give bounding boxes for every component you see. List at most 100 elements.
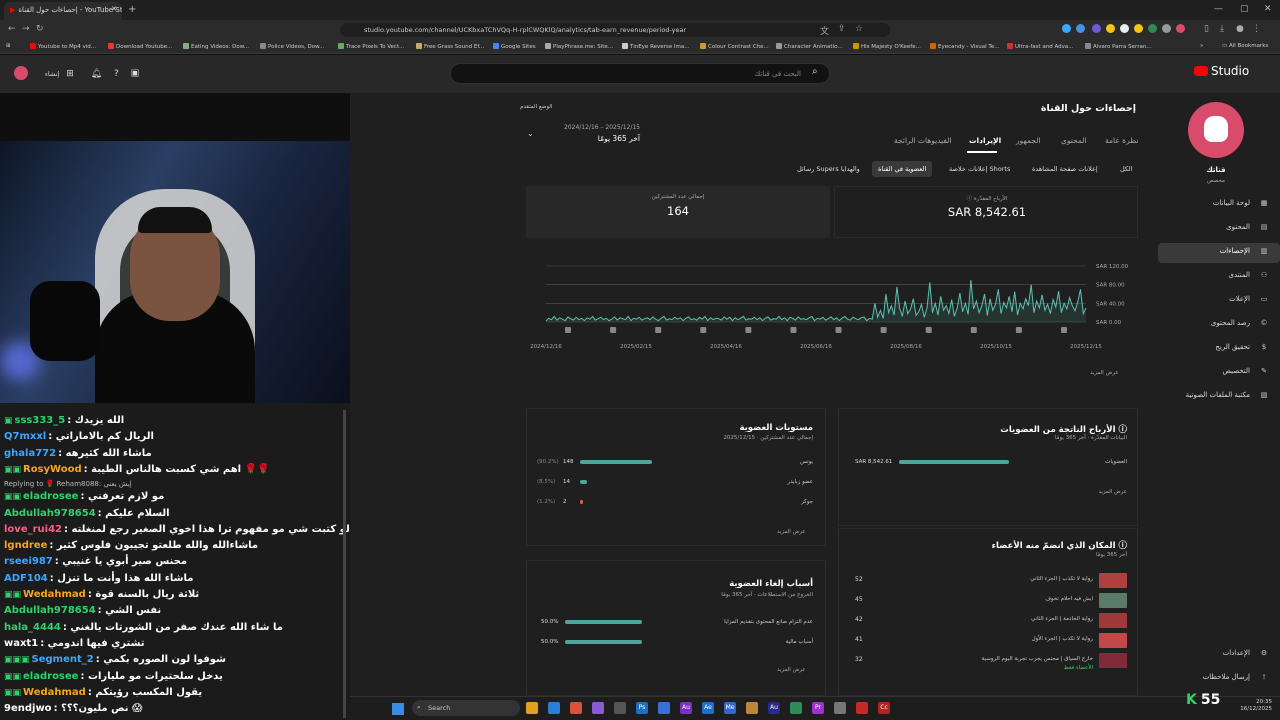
more-bookmarks-icon[interactable]: » <box>1200 43 1203 49</box>
tab-overview[interactable]: نظرة عامة <box>1105 136 1139 145</box>
extension-icon[interactable] <box>1076 24 1085 33</box>
windows-start-icon[interactable] <box>392 703 404 715</box>
taskbar-app-icon[interactable]: Au <box>680 702 692 714</box>
maximize-icon[interactable]: ▢ <box>1240 4 1249 14</box>
chat-username[interactable]: Segment_2 <box>32 654 94 665</box>
bookmark-item[interactable]: Trace Pixels To Vect... <box>338 43 404 50</box>
chat-username[interactable]: love_rui42 <box>4 524 62 535</box>
sidebar-item[interactable]: إرسال ملاحظات! <box>1150 673 1270 681</box>
translate-icon[interactable]: 文 <box>820 24 829 37</box>
see-more-link[interactable]: عرض المزيد <box>777 529 806 535</box>
sidebar-item[interactable]: لوحة البيانات ▦ <box>1150 199 1270 207</box>
upload-marker-icon[interactable] <box>970 327 977 333</box>
taskbar-app-icon[interactable]: Ps <box>636 702 648 714</box>
taskbar-search[interactable]: ⌕ Search <box>412 700 520 716</box>
taskbar-app-icon[interactable] <box>658 702 670 714</box>
taskbar-app-icon[interactable]: Pr <box>812 702 824 714</box>
upload-marker-icon[interactable] <box>1061 327 1067 333</box>
chip-all[interactable]: الكل <box>1114 161 1138 177</box>
sidebar-item[interactable]: الإعلات ▭ <box>1150 295 1270 303</box>
search-input[interactable]: البحث في قناتك <box>450 63 830 84</box>
bookmark-item[interactable]: Police Videos, Dow... <box>260 43 324 50</box>
date-period[interactable]: آخر 365 يومًا <box>540 134 640 143</box>
upload-marker-icon[interactable] <box>925 327 932 333</box>
chat-username[interactable]: ADF104 <box>4 573 48 584</box>
see-more-link[interactable]: عرض المزيد <box>1090 370 1119 376</box>
close-window-icon[interactable]: ✕ <box>1264 4 1272 14</box>
bookmark-item[interactable]: Eating Videos: Dow... <box>183 43 249 50</box>
taskbar-app-icon[interactable] <box>790 702 802 714</box>
menu-icon[interactable]: ⋮ <box>1252 24 1261 34</box>
sidebar-item[interactable]: الإحصاءات ▥ <box>1150 247 1270 255</box>
bookmark-item[interactable]: PlayPhrase.me: Site... <box>545 43 613 50</box>
sidebar-toggle-icon[interactable]: ▯ <box>1204 24 1209 34</box>
date-range[interactable]: 2024/12/16 – 2025/12/15 <box>540 124 640 131</box>
taskbar-app-icon[interactable] <box>856 702 868 714</box>
taskbar-app-icon[interactable]: Cc <box>878 702 890 714</box>
chevron-down-icon[interactable]: ⌄ <box>527 129 534 138</box>
upload-marker-icon[interactable] <box>745 327 752 333</box>
tab-revenue[interactable]: الإيرادات <box>969 136 1001 145</box>
bookmark-item[interactable]: Character Animatio... <box>776 43 843 50</box>
upload-marker-icon[interactable] <box>1015 327 1022 333</box>
see-more-link[interactable]: عرض المزيد <box>1098 489 1127 495</box>
bookmark-item[interactable]: Alvaro Parra Serran... <box>1085 43 1152 50</box>
see-more-link[interactable]: عرض المزيد <box>777 667 806 673</box>
bookmark-item[interactable]: Colour Contrast Che... <box>700 43 769 50</box>
browser-tab[interactable]: ▶إحصاءات حول القناة - YouTube Studio ✕ <box>4 2 122 20</box>
taskbar-app-icon[interactable] <box>526 702 538 714</box>
chat-username[interactable]: ghala772 <box>4 448 56 459</box>
advanced-mode-link[interactable]: الوضع المتقدم <box>520 104 553 110</box>
taskbar-app-icon[interactable] <box>548 702 560 714</box>
bookmark-item[interactable]: Eyecandy - Visual Te... <box>930 43 999 50</box>
channel-avatar[interactable] <box>1188 102 1244 158</box>
chat-username[interactable]: Q7mxxl <box>4 431 46 442</box>
bookmark-item[interactable]: Youtube to Mp4 vid... <box>30 43 96 50</box>
taskbar-clock[interactable]: 20:35 16/12/2025 <box>1222 699 1272 713</box>
all-bookmarks-folder[interactable]: ▭ All Bookmarks <box>1222 43 1268 49</box>
upload-marker-icon[interactable] <box>790 327 797 333</box>
sidebar-item[interactable]: تحقيق الربح $ <box>1150 343 1270 351</box>
share-icon[interactable]: ⇪ <box>838 24 846 34</box>
extension-icon[interactable] <box>1092 24 1101 33</box>
help-icon[interactable]: ⓘ <box>1118 425 1127 435</box>
chat-username[interactable]: lgndree <box>4 540 47 551</box>
tab-trending-videos[interactable]: الفيديوهات الرائجة <box>894 136 952 145</box>
taskbar-app-icon[interactable] <box>592 702 604 714</box>
help-icon[interactable]: ⓘ <box>1118 541 1127 551</box>
taskbar-app-icon[interactable]: Au <box>768 702 780 714</box>
revenue-card[interactable]: ⓘ الأرباح المقدّرة SAR 8,542.61 <box>834 186 1138 238</box>
create-button[interactable]: إنشاء <box>45 70 59 78</box>
tab-content[interactable]: المحتوى <box>1061 136 1087 145</box>
search-icon[interactable]: ⌕ <box>812 66 818 77</box>
members-card[interactable]: إجمالي عدد المشتركين 164 <box>526 186 830 238</box>
chat-username[interactable]: Wedahmad <box>23 589 86 600</box>
account-avatar[interactable] <box>14 66 28 80</box>
extension-icon[interactable] <box>1134 24 1143 33</box>
bookmark-item[interactable]: His Majesty O'Keefe... <box>853 43 921 50</box>
upload-marker-icon[interactable] <box>565 327 571 333</box>
taskbar-app-icon[interactable] <box>570 702 582 714</box>
sidebar-item[interactable]: رصد المحتوى © <box>1150 319 1270 327</box>
chat-username[interactable]: 9endjwo <box>4 703 52 714</box>
chip-supers-gifts[interactable]: رسائل Supers والهدايا <box>791 161 866 177</box>
chat-username[interactable]: Wedahmad <box>23 687 86 698</box>
upload-marker-icon[interactable] <box>835 327 842 333</box>
apps-icon[interactable]: ⊞ <box>6 43 11 49</box>
chat-username[interactable]: Abdullah978654 <box>4 605 96 616</box>
chip-shorts-feed-ads[interactable]: إعلانات خلاصة Shorts <box>943 161 1016 177</box>
bookmark-item[interactable]: TinEye Reverse Ima... <box>622 43 690 50</box>
back-icon[interactable]: ← <box>8 24 16 34</box>
extension-icon[interactable] <box>1148 24 1157 33</box>
sidebar-item[interactable]: المحتوى ▤ <box>1150 223 1270 231</box>
new-tab-button[interactable]: + <box>128 4 136 15</box>
extension-icon[interactable] <box>1120 24 1129 33</box>
taskbar-app-icon[interactable] <box>614 702 626 714</box>
upload-marker-icon[interactable] <box>655 327 662 333</box>
help-icon[interactable]: ? <box>114 69 119 79</box>
sidebar-item[interactable]: مكتبة الملفات الصوتية ▧ <box>1150 391 1270 399</box>
upload-marker-icon[interactable] <box>880 327 887 333</box>
extension-icon[interactable] <box>1062 24 1071 33</box>
bookmark-item[interactable]: Free Grass Sound Ef... <box>416 43 484 50</box>
upload-marker-icon[interactable] <box>700 327 707 333</box>
